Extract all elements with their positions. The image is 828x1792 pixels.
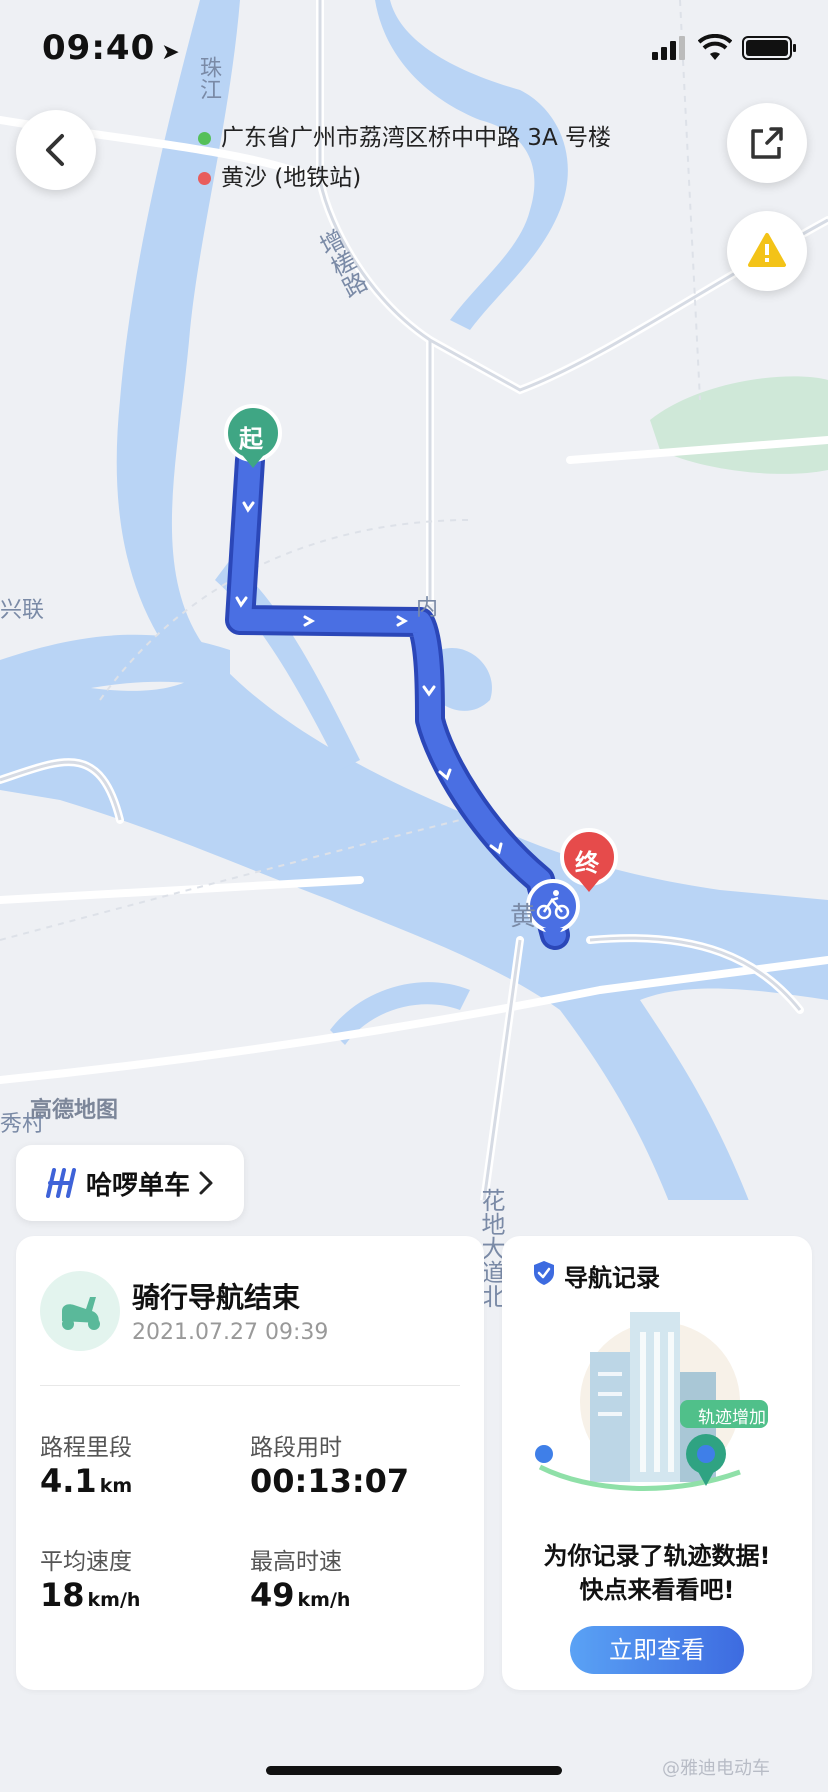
- navigation-record-card[interactable]: 导航记录 轨迹增加 为你记录了轨迹数据! 快点来看看吧! 立即查看: [502, 1236, 812, 1690]
- destination-dot-icon: [198, 172, 211, 185]
- scooter-icon: [62, 1297, 100, 1330]
- duration-label: 路段用时: [250, 1435, 342, 1461]
- hellobike-label: 哈啰单车: [86, 1170, 191, 1201]
- river-label: 珠江: [196, 56, 221, 100]
- home-indicator: [266, 1766, 562, 1775]
- back-button[interactable]: [16, 110, 96, 190]
- max-speed-value: 49 km/h: [250, 1576, 351, 1614]
- chevron-left-icon: [46, 134, 64, 166]
- battery-icon: [742, 36, 796, 60]
- chevron-right-icon: [199, 1171, 213, 1195]
- wifi-icon: [698, 34, 732, 60]
- image-watermark: @雅迪电动车: [662, 1758, 770, 1779]
- ride-datetime: 2021.07.27 09:39: [132, 1320, 329, 1345]
- record-message-line2: 快点来看看吧!: [579, 1576, 735, 1604]
- hellobike-logo-icon: [46, 1168, 76, 1198]
- map-label-huang: 黄: [510, 902, 537, 932]
- start-marker-label: 起: [239, 425, 263, 453]
- record-message-line1: 为你记录了轨迹数据!: [543, 1542, 771, 1570]
- max-speed-label: 最高时速: [250, 1549, 342, 1575]
- end-marker-label: 终: [575, 849, 599, 877]
- location-arrow-icon: ➤: [161, 40, 181, 65]
- distance-label: 路程里段: [40, 1435, 132, 1461]
- duration-value: 00:13:07: [250, 1462, 410, 1500]
- divider: [40, 1385, 460, 1386]
- map-label-nei: 内: [416, 596, 439, 621]
- share-icon: [751, 127, 783, 159]
- status-time: 09:40 ➤: [42, 28, 181, 68]
- verified-badge-icon: [534, 1261, 554, 1285]
- origin-row: 广东省广州市荔湾区桥中中路 3A 号楼: [198, 118, 611, 152]
- scooter-avatar: [40, 1271, 120, 1351]
- map-watermark: 高德地图: [30, 1098, 119, 1123]
- report-button[interactable]: [727, 211, 807, 291]
- ride-title: 骑行导航结束: [132, 1281, 301, 1314]
- view-now-button[interactable]: 立即查看: [570, 1626, 744, 1674]
- signal-icon: [652, 36, 688, 60]
- avg-speed-value: 18 km/h: [40, 1576, 141, 1614]
- warning-icon: [748, 233, 786, 267]
- record-title: 导航记录: [564, 1264, 660, 1292]
- track-added-tag: 轨迹增加: [698, 1408, 766, 1428]
- origin-text: 广东省广州市荔湾区桥中中路 3A 号楼: [221, 125, 611, 151]
- distance-value: 4.1 km: [40, 1462, 133, 1500]
- destination-row: 黄沙 (地铁站): [198, 158, 361, 192]
- area-label-xinglian: 兴联: [0, 598, 45, 623]
- hellobike-button[interactable]: 哈啰单车: [16, 1145, 244, 1221]
- origin-dot-icon: [198, 132, 211, 145]
- share-button[interactable]: [727, 103, 807, 183]
- destination-text: 黄沙 (地铁站): [221, 165, 362, 191]
- avg-speed-label: 平均速度: [40, 1549, 132, 1575]
- ride-summary-card: 骑行导航结束 2021.07.27 09:39 路程里段 4.1 km 路段用时 …: [16, 1236, 484, 1690]
